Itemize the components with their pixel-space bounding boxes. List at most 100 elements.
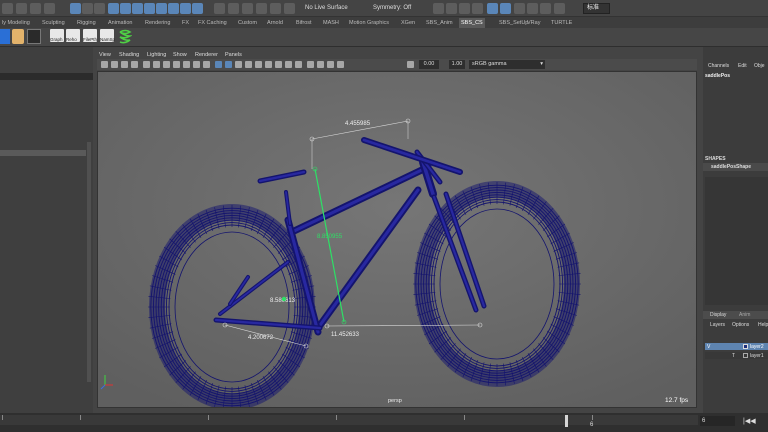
construction-history-icon[interactable] bbox=[433, 3, 444, 14]
ambient-occlusion-icon[interactable] bbox=[265, 61, 272, 68]
shelf-tab[interactable]: Bifrost bbox=[294, 18, 314, 28]
workspace-dropdown[interactable]: 标准 bbox=[583, 3, 610, 14]
ipr-render-icon[interactable] bbox=[459, 3, 470, 14]
layer-visible-toggle[interactable]: V bbox=[707, 344, 710, 350]
shelf-button[interactable]: Reho bbox=[66, 29, 80, 42]
layer-row-layer1[interactable]: T layer1 bbox=[705, 352, 768, 359]
outliner-filter-field[interactable] bbox=[0, 73, 93, 80]
live-surface-label[interactable]: No Live Surface bbox=[305, 5, 348, 11]
shelf-tab[interactable]: SBS_Anim bbox=[424, 18, 455, 28]
snap-surface-icon[interactable] bbox=[270, 3, 281, 14]
lasso-icon[interactable] bbox=[82, 3, 93, 14]
xray-joints-icon[interactable] bbox=[327, 61, 334, 68]
shelf-tab[interactable]: VRay bbox=[525, 18, 542, 28]
shelf-tab[interactable]: Sculpting bbox=[40, 18, 67, 28]
channel-box-object[interactable]: saddlePos bbox=[705, 73, 730, 79]
shelf-tab[interactable]: SBS_CS bbox=[459, 18, 485, 28]
shadows-icon[interactable] bbox=[255, 61, 262, 68]
smooth-shade-icon[interactable] bbox=[225, 61, 232, 68]
pause-icon[interactable] bbox=[527, 3, 538, 14]
stop-icon[interactable] bbox=[540, 3, 551, 14]
layer-menu-item[interactable]: Layers bbox=[710, 322, 725, 328]
highlight-icon[interactable] bbox=[156, 3, 167, 14]
outliner-scrollbar[interactable] bbox=[87, 142, 91, 382]
snap-plane-icon[interactable] bbox=[256, 3, 267, 14]
exposure-icon[interactable] bbox=[407, 61, 414, 68]
outliner-selected-row[interactable] bbox=[0, 150, 86, 156]
anti-alias-icon[interactable] bbox=[285, 61, 292, 68]
panel-menu-item[interactable]: Lighting bbox=[147, 52, 166, 58]
shelf-tab[interactable]: FX bbox=[180, 18, 191, 28]
3d-viewport[interactable]: 4.455985 8.850955 4.200672 11.452633 8.58061… bbox=[97, 71, 697, 408]
channel-box-tab[interactable]: Edit bbox=[738, 63, 747, 69]
gate-mask-icon[interactable] bbox=[173, 61, 180, 68]
shelf-tab[interactable]: ly Modeling bbox=[0, 18, 32, 28]
snap-curve-icon[interactable] bbox=[228, 3, 239, 14]
layer-menu-item[interactable]: Options bbox=[732, 322, 749, 328]
panel-menu-item[interactable]: Show bbox=[173, 52, 187, 58]
safe-title-icon[interactable] bbox=[203, 61, 210, 68]
shelf-tab[interactable]: Arnold bbox=[265, 18, 285, 28]
measure-locator[interactable] bbox=[281, 296, 287, 302]
shelf-tab[interactable]: FX Caching bbox=[196, 18, 229, 28]
spring-icon[interactable] bbox=[118, 29, 133, 45]
snap-grid-icon[interactable] bbox=[214, 3, 225, 14]
save-scene-icon[interactable] bbox=[44, 3, 55, 14]
shape-row[interactable]: saddlePosShape bbox=[703, 163, 768, 171]
film-gate-icon[interactable] bbox=[153, 61, 160, 68]
select-object-icon[interactable] bbox=[120, 3, 131, 14]
panel-menu-item[interactable]: Renderer bbox=[195, 52, 218, 58]
field-chart-icon[interactable] bbox=[183, 61, 190, 68]
shelf-tab[interactable]: Rigging bbox=[75, 18, 98, 28]
layer-type-toggle[interactable]: T bbox=[732, 353, 735, 359]
layer-name[interactable]: layer2 bbox=[750, 344, 764, 350]
shelf-tab[interactable]: Rendering bbox=[143, 18, 172, 28]
lights-icon[interactable] bbox=[245, 61, 252, 68]
shelf-tab[interactable]: TURTLE bbox=[549, 18, 574, 28]
tab-display[interactable]: Display bbox=[710, 312, 726, 318]
wireframe-icon[interactable] bbox=[554, 3, 565, 14]
safe-action-icon[interactable] bbox=[193, 61, 200, 68]
image-plane-icon[interactable] bbox=[131, 61, 138, 68]
paint-select-icon[interactable] bbox=[94, 3, 105, 14]
grid-icon[interactable] bbox=[143, 61, 150, 68]
channel-box-tab[interactable]: Obje bbox=[754, 63, 765, 69]
shelf-button[interactable]: FilePth bbox=[83, 29, 97, 42]
render-current-icon[interactable] bbox=[446, 3, 457, 14]
panel-menu-item[interactable]: Panels bbox=[225, 52, 242, 58]
channel-box-tab[interactable]: Channels bbox=[708, 63, 729, 69]
bookmark-icon[interactable] bbox=[121, 61, 128, 68]
depth-of-field-icon[interactable] bbox=[295, 61, 302, 68]
layer-color-swatch[interactable] bbox=[743, 353, 748, 358]
hypershade-icon[interactable] bbox=[487, 3, 498, 14]
color-space-dropdown[interactable]: sRGB gamma ▾ bbox=[469, 60, 545, 69]
select-tool-icon[interactable] bbox=[70, 3, 81, 14]
camera-attributes-icon[interactable] bbox=[111, 61, 118, 68]
render-settings-icon[interactable] bbox=[472, 3, 483, 14]
exposure-field[interactable]: 0.00 bbox=[419, 60, 439, 69]
motion-blur-icon[interactable] bbox=[275, 61, 282, 68]
symmetry-label[interactable]: Symmetry: Off bbox=[373, 5, 411, 11]
shelf-tab[interactable]: Animation bbox=[106, 18, 134, 28]
shelf-tab[interactable]: Motion Graphics bbox=[347, 18, 391, 28]
mask-icon[interactable] bbox=[168, 3, 179, 14]
mask3-icon[interactable] bbox=[192, 3, 203, 14]
tab-anim[interactable]: Anim bbox=[739, 312, 750, 318]
mask2-icon[interactable] bbox=[180, 3, 191, 14]
current-frame-field[interactable]: 6 bbox=[700, 416, 735, 426]
shelf-tab[interactable]: Custom bbox=[236, 18, 259, 28]
open-scene-icon[interactable] bbox=[30, 3, 41, 14]
bicycle-wireframe[interactable]: 4.4559858.8509554.200672 11.4526338.58061… bbox=[98, 72, 697, 408]
play-icon[interactable] bbox=[514, 3, 525, 14]
step-back-icon[interactable]: |◀◀ bbox=[743, 417, 756, 425]
shelf-menu-icon[interactable] bbox=[0, 29, 10, 44]
panel-menu-item[interactable]: View bbox=[99, 52, 111, 58]
current-time-marker[interactable] bbox=[565, 415, 568, 427]
character-icon[interactable] bbox=[12, 29, 24, 44]
isolate-icon[interactable] bbox=[307, 61, 314, 68]
monitor-icon[interactable] bbox=[27, 29, 41, 44]
snap-point-icon[interactable] bbox=[242, 3, 253, 14]
shelf-button[interactable]: NamSp bbox=[100, 29, 115, 42]
select-component-icon[interactable] bbox=[132, 3, 143, 14]
render-view-icon[interactable] bbox=[500, 3, 511, 14]
